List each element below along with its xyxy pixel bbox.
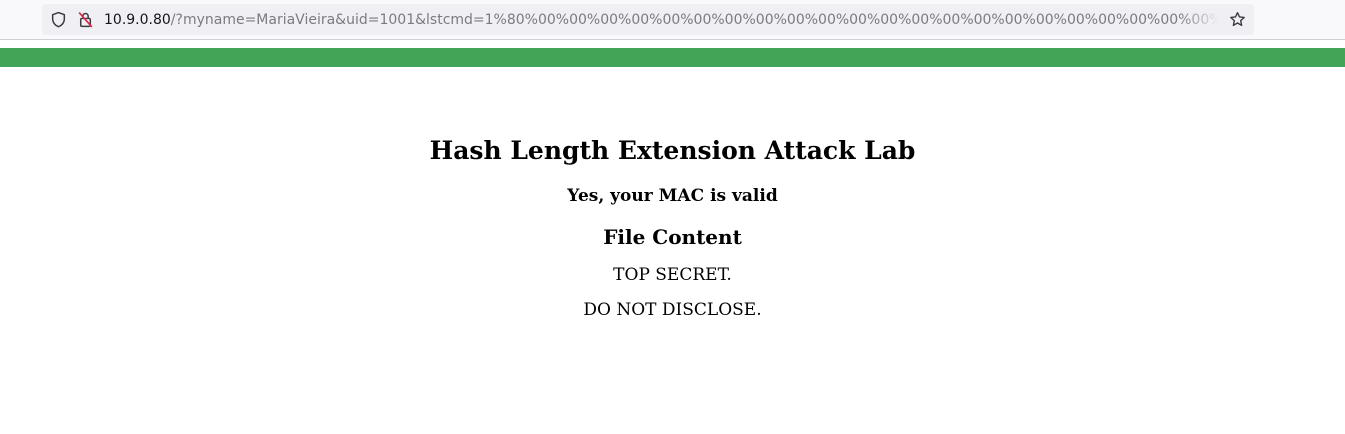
browser-toolbar: 10.9.0.80/?myname=MariaVieira&uid=1001&l…: [0, 0, 1345, 40]
url-fade: [1180, 11, 1220, 29]
url-host: 10.9.0.80: [104, 12, 171, 28]
url-text[interactable]: 10.9.0.80/?myname=MariaVieira&uid=1001&l…: [104, 11, 1220, 29]
shield-icon[interactable]: [50, 11, 67, 28]
address-bar[interactable]: 10.9.0.80/?myname=MariaVieira&uid=1001&l…: [42, 4, 1254, 35]
file-content-line: DO NOT DISCLOSE.: [583, 300, 762, 320]
header-banner: [0, 48, 1345, 67]
lock-icon[interactable]: [77, 11, 94, 28]
file-content-line: TOP SECRET.: [613, 265, 732, 285]
file-content-heading: File Content: [603, 225, 742, 249]
url-path: /?myname=MariaVieira&uid=1001&lstcmd=1%8…: [170, 12, 1220, 28]
star-icon[interactable]: [1229, 11, 1246, 28]
page-title: Hash Length Extension Attack Lab: [429, 136, 916, 165]
mac-status-message: Yes, your MAC is valid: [567, 186, 778, 206]
